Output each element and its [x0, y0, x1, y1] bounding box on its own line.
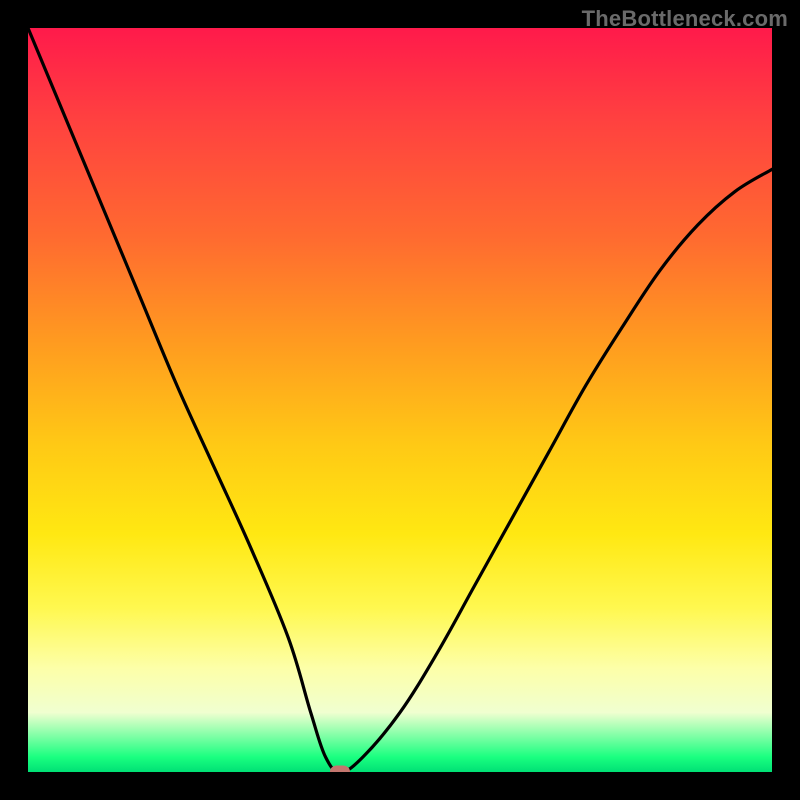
curve-path	[28, 28, 772, 772]
bottleneck-curve	[28, 28, 772, 772]
plot-area	[28, 28, 772, 772]
optimal-point-marker	[330, 766, 350, 773]
chart-frame: TheBottleneck.com	[0, 0, 800, 800]
